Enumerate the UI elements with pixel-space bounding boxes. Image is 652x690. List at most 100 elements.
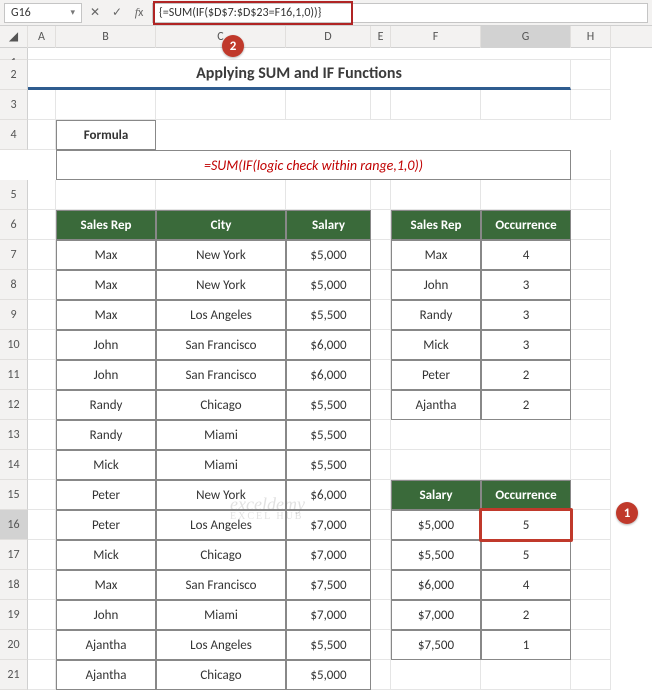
main-cell[interactable]: John	[56, 600, 156, 630]
main-cell[interactable]: Chicago	[156, 390, 286, 420]
blank-cell[interactable]	[391, 420, 481, 450]
sal-occ[interactable]: 2	[481, 600, 571, 630]
blank-cell[interactable]	[28, 270, 56, 300]
main-cell[interactable]: $7,000	[286, 600, 371, 630]
blank-cell[interactable]	[481, 660, 571, 690]
main-cell[interactable]: Chicago	[156, 540, 286, 570]
main-cell[interactable]: Los Angeles	[156, 300, 286, 330]
row-4-header[interactable]: 4	[0, 120, 28, 150]
main-cell[interactable]: John	[56, 330, 156, 360]
blank-cell[interactable]	[571, 600, 611, 630]
sal-occ[interactable]: 4	[481, 570, 571, 600]
row-5-header[interactable]: 5	[0, 180, 28, 210]
sal-val[interactable]: $5,000	[391, 510, 481, 540]
blank-cell[interactable]	[571, 180, 611, 210]
main-cell[interactable]: San Francisco	[156, 360, 286, 390]
row-21-header[interactable]: 21	[0, 660, 28, 690]
row-16-header[interactable]: 16	[0, 510, 28, 540]
blank-cell[interactable]	[156, 90, 286, 120]
row-8-header[interactable]: 8	[0, 270, 28, 300]
row-12-header[interactable]: 12	[0, 390, 28, 420]
cancel-icon[interactable]: ✕	[86, 5, 104, 20]
rep-occ[interactable]: 3	[481, 270, 571, 300]
main-cell[interactable]: $5,500	[286, 300, 371, 330]
main-cell[interactable]: Ajantha	[56, 630, 156, 660]
sal-val[interactable]: $6,000	[391, 570, 481, 600]
blank-cell[interactable]	[28, 330, 56, 360]
select-all-corner[interactable]: ◢	[0, 26, 28, 48]
blank-row[interactable]	[28, 48, 611, 60]
main-cell[interactable]: Max	[56, 300, 156, 330]
blank-cell[interactable]	[571, 90, 611, 120]
main-cell[interactable]: New York	[156, 240, 286, 270]
blank-cell[interactable]	[56, 90, 156, 120]
rep-occ[interactable]: 2	[481, 390, 571, 420]
main-cell[interactable]: Los Angeles	[156, 630, 286, 660]
main-cell[interactable]: $7,000	[286, 540, 371, 570]
col-C[interactable]: C	[156, 26, 286, 48]
blank-cell[interactable]	[571, 660, 611, 690]
blank-cell[interactable]	[156, 180, 286, 210]
sal-val[interactable]: $7,000	[391, 600, 481, 630]
blank-cell[interactable]	[371, 630, 391, 660]
main-cell[interactable]: $6,000	[286, 330, 371, 360]
blank-cell[interactable]	[571, 390, 611, 420]
rep-occ[interactable]: 3	[481, 330, 571, 360]
row-7-header[interactable]: 7	[0, 240, 28, 270]
blank-cell[interactable]	[371, 270, 391, 300]
blank-cell[interactable]	[371, 570, 391, 600]
blank-cell[interactable]	[28, 510, 56, 540]
main-cell[interactable]: $7,000	[286, 510, 371, 540]
row-15-header[interactable]: 15	[0, 480, 28, 510]
row-19-header[interactable]: 19	[0, 600, 28, 630]
blank-cell[interactable]	[371, 660, 391, 690]
main-cell[interactable]: John	[56, 360, 156, 390]
rep-occ[interactable]: 2	[481, 360, 571, 390]
blank-cell[interactable]	[28, 390, 56, 420]
main-cell[interactable]: $7,500	[286, 570, 371, 600]
sal-occ[interactable]: 5	[481, 540, 571, 570]
blank-cell[interactable]	[371, 240, 391, 270]
sal-val[interactable]: $5,500	[391, 540, 481, 570]
blank-cell[interactable]	[571, 630, 611, 660]
row-17-header[interactable]: 17	[0, 540, 28, 570]
blank-cell[interactable]	[28, 480, 56, 510]
main-cell[interactable]: Max	[56, 240, 156, 270]
blank-cell[interactable]	[571, 510, 611, 540]
row-13-header[interactable]: 13	[0, 420, 28, 450]
blank-cell[interactable]	[28, 660, 56, 690]
main-cell[interactable]: $5,500	[286, 420, 371, 450]
blank-cell[interactable]	[371, 210, 391, 240]
enter-icon[interactable]: ✓	[108, 5, 126, 20]
blank-cell[interactable]	[371, 540, 391, 570]
main-cell[interactable]: $5,000	[286, 240, 371, 270]
main-cell[interactable]: Chicago	[156, 660, 286, 690]
sal-occ[interactable]: 5	[481, 510, 571, 540]
blank-cell[interactable]	[571, 270, 611, 300]
blank-cell[interactable]	[28, 600, 56, 630]
main-cell[interactable]: San Francisco	[156, 330, 286, 360]
blank-cell[interactable]	[371, 330, 391, 360]
blank-cell[interactable]	[571, 480, 611, 510]
main-cell[interactable]: Max	[56, 270, 156, 300]
blank-cell[interactable]	[481, 450, 571, 480]
blank-cell[interactable]	[571, 360, 611, 390]
blank-cell[interactable]	[371, 300, 391, 330]
blank-cell[interactable]	[391, 90, 481, 120]
row-2-header[interactable]: 2	[0, 60, 28, 90]
main-cell[interactable]: New York	[156, 480, 286, 510]
rep-name[interactable]: Randy	[391, 300, 481, 330]
blank-cell[interactable]	[571, 300, 611, 330]
col-E[interactable]: E	[371, 26, 391, 48]
main-cell[interactable]: $5,500	[286, 450, 371, 480]
rep-name[interactable]: Ajantha	[391, 390, 481, 420]
main-cell[interactable]: $6,000	[286, 480, 371, 510]
blank-cell[interactable]	[371, 600, 391, 630]
sal-occ[interactable]: 1	[481, 630, 571, 660]
blank-cell[interactable]	[571, 570, 611, 600]
blank-cell[interactable]	[28, 210, 56, 240]
blank-cell[interactable]	[481, 90, 571, 120]
main-cell[interactable]: New York	[156, 270, 286, 300]
col-G[interactable]: G	[481, 26, 571, 48]
row-3-header[interactable]: 3	[0, 90, 28, 120]
